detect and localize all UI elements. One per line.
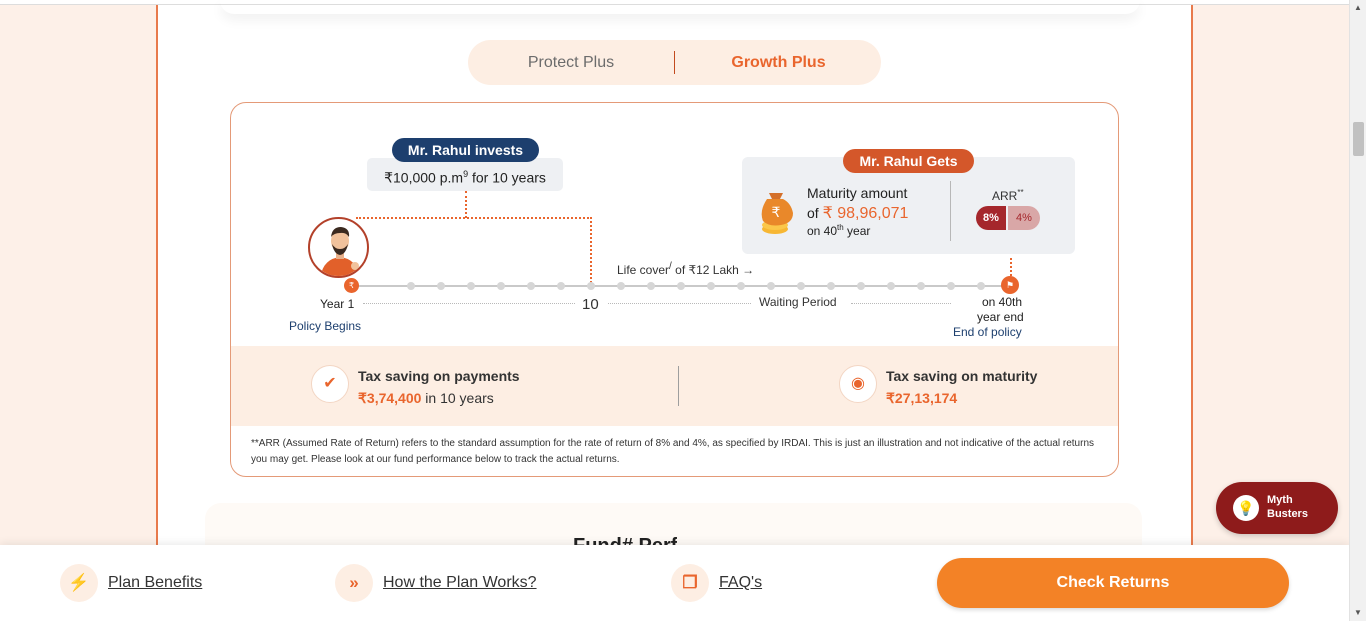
timeline-tick: [827, 282, 835, 290]
maturity-label: Maturity amount: [807, 185, 908, 201]
timeline-tick: [857, 282, 865, 290]
scroll-down-icon[interactable]: ▼: [1350, 605, 1366, 621]
tax-maturity-value: ₹27,13,174: [886, 390, 957, 407]
invest-duration: for 10 years: [468, 169, 546, 186]
myth-busters-label: Myth: [1267, 494, 1293, 506]
timeline-tick: [527, 282, 535, 290]
plan-illustration-card: ₹10,000 p.m9 for 10 years Mr. Rahul inve…: [230, 102, 1119, 477]
left-border-line: [156, 0, 158, 621]
flag-icon: ⚑: [1001, 276, 1019, 294]
maturity-of: of: [807, 205, 823, 221]
left-background: [0, 0, 157, 621]
timeline-tick: [797, 282, 805, 290]
how-plan-works-link[interactable]: How the Plan Works?: [383, 574, 537, 592]
rupee-icon: ₹: [344, 278, 359, 293]
invest-amount: ₹10,000 p.m: [384, 169, 464, 186]
timeline-tick: [437, 282, 445, 290]
timeline-tick: [467, 282, 475, 290]
timeline-tick: [707, 282, 715, 290]
coins-icon: ◉: [839, 365, 877, 403]
arr-text: ARR: [992, 189, 1018, 203]
bottom-nav-bar: ⚡ Plan Benefits » How the Plan Works? ❐ …: [0, 545, 1349, 621]
vertical-scrollbar[interactable]: ▲ ▼: [1349, 0, 1366, 621]
policy-begins-label: Policy Begins: [289, 319, 362, 333]
timeline-tick: [977, 282, 985, 290]
gets-pill: Mr. Rahul Gets: [843, 149, 974, 173]
life-cover-text: Life cover: [617, 263, 670, 277]
connector-line: [465, 191, 467, 218]
arr-rate-low: 4%: [1008, 206, 1040, 230]
maturity-year-word: year: [843, 224, 871, 238]
scrollbar-thumb[interactable]: [1353, 122, 1364, 156]
badge-check-icon: ✔: [311, 365, 349, 403]
timeline-tick: [767, 282, 775, 290]
connector-line: [590, 217, 592, 283]
tax-payments-value: ₹3,74,400 in 10 years: [358, 390, 494, 407]
money-bag-icon: ₹: [755, 185, 801, 237]
timeline-end-label-2: year end: [977, 310, 1024, 324]
timeline-tick: [617, 282, 625, 290]
person-avatar-icon: [308, 217, 369, 278]
tab-growth-plus[interactable]: Growth Plus: [676, 40, 881, 85]
tax-savings-band: [231, 346, 1118, 426]
timeline-tick: [497, 282, 505, 290]
timeline-start-label: Year 1: [320, 297, 355, 311]
previous-section-edge: [220, 0, 1140, 14]
timeline-tick: [947, 282, 955, 290]
maturity-ordinal: th: [837, 223, 844, 232]
waiting-period-label: Waiting Period: [759, 295, 837, 309]
timeline-tick: [737, 282, 745, 290]
timeline-tick: [917, 282, 925, 290]
toggle-divider: [674, 51, 675, 74]
tax-divider: [678, 366, 679, 406]
tab-protect-plus[interactable]: Protect Plus: [468, 40, 674, 85]
end-of-policy-label: End of policy: [953, 325, 1022, 339]
invest-amount-box: ₹10,000 p.m9 for 10 years: [367, 158, 563, 191]
scroll-up-icon[interactable]: ▲: [1350, 0, 1366, 16]
tax-payments-suffix: in 10 years: [421, 390, 494, 406]
dotted-separator: [608, 303, 751, 304]
check-returns-button[interactable]: Check Returns: [937, 558, 1289, 608]
tax-maturity-title: Tax saving on maturity: [886, 368, 1038, 384]
bulb-icon: 💡: [1233, 495, 1259, 521]
returns-divider: [950, 181, 951, 241]
chat-icon: ❐: [671, 564, 709, 602]
tax-maturity-amount: ₹27,13,174: [886, 390, 958, 406]
myth-busters-button[interactable]: 💡 Myth Busters: [1216, 482, 1338, 534]
invest-pill: Mr. Rahul invests: [392, 138, 539, 162]
timeline-tick: [677, 282, 685, 290]
arr-label: ARR**: [992, 188, 1024, 203]
timeline-mid-label: 10: [582, 296, 599, 313]
maturity-value-line: of ₹ 98,96,071: [807, 203, 908, 223]
timeline-tick: [587, 282, 595, 290]
fund-performance-title: Fund# Perf: [573, 535, 677, 545]
maturity-amount: ₹ 98,96,071: [822, 205, 909, 222]
timeline-tick: [557, 282, 565, 290]
maturity-year: on 40th year: [807, 223, 870, 238]
lightning-icon: ⚡: [60, 564, 98, 602]
timeline-tick: [887, 282, 895, 290]
double-chevron-icon: »: [335, 564, 373, 602]
timeline-tick: [647, 282, 655, 290]
right-border-line: [1191, 0, 1193, 621]
plan-toggle: Protect Plus Growth Plus: [468, 40, 881, 85]
connector-line: [356, 217, 592, 219]
myth-busters-label-2: Busters: [1267, 508, 1308, 520]
timeline-end-label: on 40th: [982, 295, 1023, 309]
timeline-tick: [407, 282, 415, 290]
life-cover-value: of ₹12 Lakh →: [671, 263, 755, 277]
faqs-link[interactable]: FAQ's: [719, 574, 762, 592]
arr-disclaimer: **ARR (Assumed Rate of Return) refers to…: [251, 438, 1095, 465]
arr-footnote-mark: **: [1017, 188, 1024, 197]
dotted-separator: [363, 303, 575, 304]
tax-payments-title: Tax saving on payments: [358, 368, 520, 384]
svg-text:₹: ₹: [772, 205, 781, 221]
tax-payments-amount: ₹3,74,400: [358, 390, 422, 406]
arr-rate-high: 8%: [976, 206, 1006, 230]
dotted-separator: [851, 303, 951, 304]
life-cover-label: Life cover/ of ₹12 Lakh →: [617, 261, 754, 277]
plan-benefits-link[interactable]: Plan Benefits: [108, 574, 202, 592]
maturity-on: on 40: [807, 224, 838, 238]
